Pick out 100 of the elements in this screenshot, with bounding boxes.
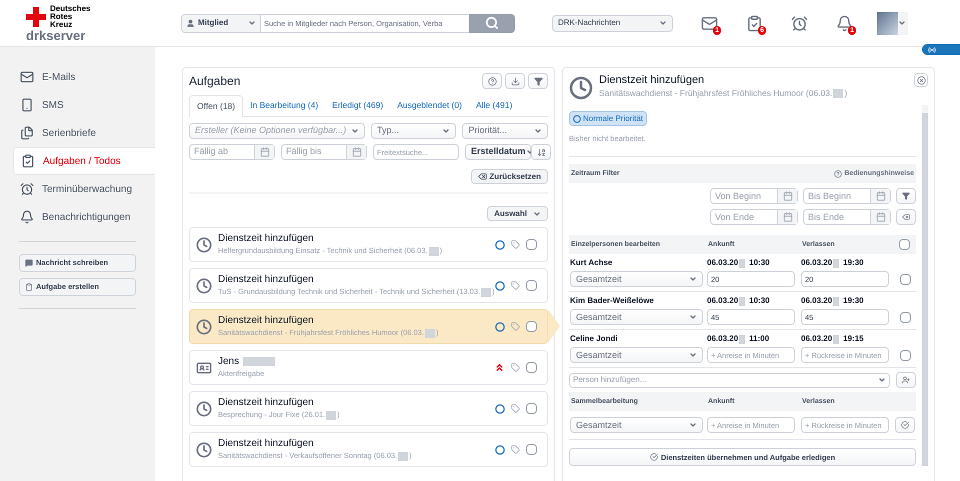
redaction-block xyxy=(833,334,840,344)
arrival-time: 10:30 xyxy=(749,295,770,308)
download-button[interactable] xyxy=(505,73,525,89)
sort-select[interactable]: Erstelldatum xyxy=(465,144,531,160)
priority-select[interactable]: Priorität... xyxy=(462,123,548,139)
date-field[interactable]: Von Beginn xyxy=(710,188,798,204)
checkbox[interactable] xyxy=(526,403,537,414)
checkbox[interactable] xyxy=(526,321,537,332)
redaction-block xyxy=(833,88,844,98)
task-title: Dienstzeit hinzufügen xyxy=(218,396,314,410)
news-select[interactable]: DRK-Nachrichten xyxy=(552,14,673,32)
redaction-block xyxy=(326,410,336,420)
date-field[interactable]: Fällig ab xyxy=(189,144,275,160)
checkbox[interactable] xyxy=(526,362,537,373)
leave-time: 19:30 xyxy=(843,257,864,270)
date-input[interactable]: Fällig ab xyxy=(190,145,254,159)
leave-date: 06.03.20 xyxy=(801,295,832,308)
notification-button[interactable] xyxy=(791,14,808,32)
tab[interactable]: Alle (491) xyxy=(468,94,520,116)
help-button[interactable] xyxy=(482,73,502,89)
speech-bubble-icon xyxy=(25,259,33,267)
tag-icon xyxy=(511,363,520,372)
sidebar-item[interactable]: Serienbriefe xyxy=(13,119,155,147)
task-title: Dienstzeit hinzufügen xyxy=(218,273,314,286)
sort-button[interactable] xyxy=(531,144,551,160)
logo-text: Deutsches xyxy=(50,4,90,12)
brand-name: drkserver xyxy=(26,28,86,42)
scope-select[interactable]: Mitglied xyxy=(181,14,261,32)
apply-button[interactable] xyxy=(895,417,915,434)
caret-icon xyxy=(534,127,542,135)
checkbox[interactable] xyxy=(526,444,537,455)
type-select[interactable]: Typ... xyxy=(370,123,456,139)
leave-time: 19:30 xyxy=(843,295,864,308)
mode-select[interactable]: Gesamtzeit xyxy=(570,417,703,434)
tab[interactable]: In Bearbeitung (4) xyxy=(243,94,326,116)
cross-logo xyxy=(26,6,46,26)
clock-icon xyxy=(569,76,593,100)
close-button[interactable] xyxy=(914,73,928,87)
avatar-photo[interactable] xyxy=(877,12,898,34)
sidebar-item[interactable]: Terminüberwachung xyxy=(13,175,155,203)
filter-button[interactable] xyxy=(528,73,548,89)
filter-button[interactable] xyxy=(896,188,916,204)
close-icon xyxy=(916,76,926,84)
clock-icon xyxy=(196,236,212,252)
checkbox[interactable] xyxy=(900,350,911,361)
bell-icon xyxy=(20,210,34,224)
caret-icon xyxy=(442,127,450,135)
calendar-icon xyxy=(782,191,792,202)
person-name: Celine Jondi xyxy=(570,333,619,346)
date-input[interactable]: Bis Ende xyxy=(804,210,870,224)
add-person-button[interactable] xyxy=(896,372,916,388)
sidebar-item[interactable]: SMS xyxy=(13,91,155,119)
tab[interactable]: Offen (18) xyxy=(189,95,244,117)
checkbox[interactable] xyxy=(899,239,910,250)
clear-button[interactable] xyxy=(896,209,916,226)
sidebar-item[interactable]: Aufgaben / Todos xyxy=(13,147,155,175)
checkbox[interactable] xyxy=(900,274,911,285)
sidebar-item[interactable]: E-Mails xyxy=(13,63,155,91)
clipboard-icon xyxy=(25,283,33,291)
search-button[interactable] xyxy=(469,14,515,32)
checkbox[interactable] xyxy=(526,280,537,291)
calendar-icon xyxy=(782,212,792,222)
clock-icon xyxy=(196,400,212,416)
detail-subtitle: Sanitätswachdienst - Frühjahrsfest Fröhliches Humoor (06.03. xyxy=(599,87,832,100)
sidebar-item[interactable]: Benachrichtigungen xyxy=(13,203,155,231)
add-person-icon xyxy=(902,376,910,384)
tag-icon xyxy=(511,281,520,290)
checkbox[interactable] xyxy=(900,312,911,323)
filter-icon xyxy=(534,76,542,86)
date-field[interactable]: Von Ende xyxy=(710,209,798,226)
date-input[interactable]: Fällig bis xyxy=(282,145,346,159)
check-circle-icon xyxy=(650,453,658,462)
reset-button[interactable]: Zurücksetzen xyxy=(471,169,548,184)
scrollbar[interactable] xyxy=(922,105,928,466)
caret-icon xyxy=(533,210,541,218)
connection-pill[interactable] xyxy=(922,44,960,55)
alarm-clock-icon xyxy=(20,182,34,196)
date-input[interactable]: Von Beginn xyxy=(711,190,777,203)
arrival-time: 11:00 xyxy=(749,333,770,346)
date-field[interactable]: Bis Beginn xyxy=(803,188,891,204)
tab[interactable]: Erledigt (469) xyxy=(325,94,390,116)
redaction-block xyxy=(739,296,746,306)
tab[interactable]: Ausgeblendet (0) xyxy=(390,94,469,116)
mode-select[interactable]: Gesamtzeit xyxy=(570,271,703,288)
mode-select[interactable]: Gesamtzeit xyxy=(570,347,703,364)
redaction-block xyxy=(398,452,408,460)
date-field[interactable]: Bis Ende xyxy=(803,209,891,226)
redaction-block xyxy=(481,288,492,296)
mode-select[interactable]: Gesamtzeit xyxy=(570,309,703,326)
task-title: Dienstzeit hinzufügen xyxy=(218,232,314,246)
checkbox[interactable] xyxy=(526,239,537,250)
date-input[interactable]: Von Ende xyxy=(711,210,777,224)
selection-dropdown[interactable]: Auswahl xyxy=(487,206,548,221)
date-field[interactable]: Fällig bis xyxy=(281,144,367,160)
priority-badge: Normale Priorität xyxy=(569,111,648,126)
leave-date: 06.03.20 xyxy=(801,333,832,346)
phone-icon xyxy=(20,98,34,112)
check-circle-icon xyxy=(901,421,909,430)
logo-text: Kreuz xyxy=(50,20,74,28)
date-input[interactable]: Bis Beginn xyxy=(804,190,870,203)
